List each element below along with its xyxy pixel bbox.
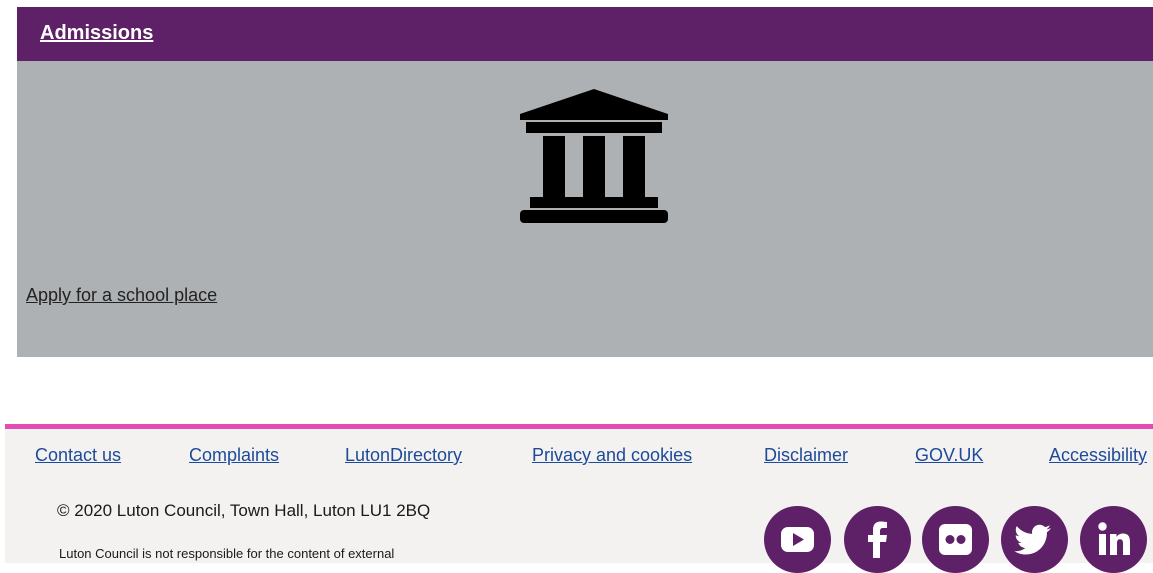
bank-icon	[520, 89, 668, 223]
footer-link-privacy-cookies[interactable]: Privacy and cookies	[532, 445, 692, 466]
footer-link-gov-uk[interactable]: GOV.UK	[915, 445, 983, 466]
footer-link-disclaimer[interactable]: Disclaimer	[764, 445, 848, 466]
footer-link-luton-directory[interactable]: LutonDirectory	[345, 445, 462, 466]
footer-link-accessibility[interactable]: Accessibility	[1049, 445, 1147, 466]
site-footer: Contact us Complaints LutonDirectory Pri…	[5, 424, 1153, 573]
copyright-text: © 2020 Luton Council, Town Hall, Luton L…	[57, 501, 431, 520]
apply-school-place-link[interactable]: Apply for a school place	[26, 285, 217, 306]
admissions-card: Admissions Apply for a school place	[17, 7, 1153, 357]
admissions-title-link[interactable]: Admissions	[40, 22, 153, 45]
card-header: Admissions	[17, 7, 1153, 61]
footer-link-contact-us[interactable]: Contact us	[35, 445, 121, 466]
footer-link-complaints[interactable]: Complaints	[189, 445, 279, 466]
external-content-disclaimer: Luton Council is not responsible for the…	[59, 546, 395, 561]
footer-nav: Contact us Complaints LutonDirectory Pri…	[5, 445, 1153, 469]
